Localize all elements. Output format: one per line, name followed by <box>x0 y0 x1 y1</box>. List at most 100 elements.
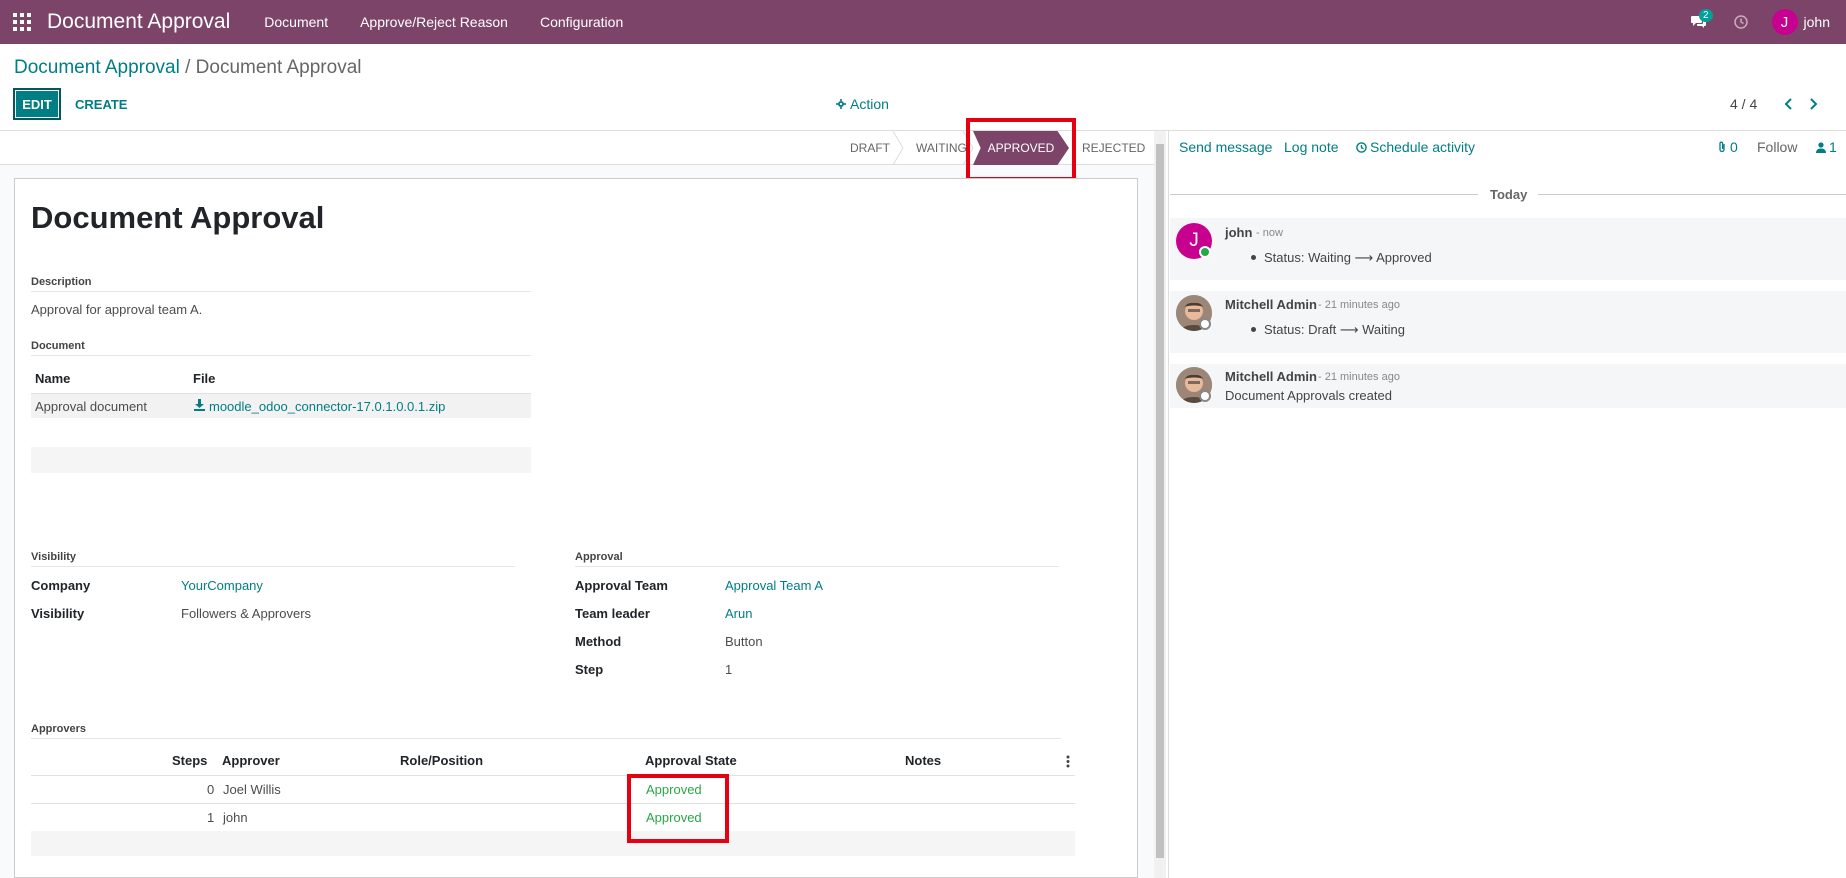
doc-file-link[interactable]: moodle_odoo_connector-17.0.1.0.0.1.zip <box>209 399 445 414</box>
visibility-section-label: Visibility <box>31 551 77 563</box>
clock-icon <box>1356 141 1367 153</box>
approver-row-step: 1 <box>207 810 215 825</box>
approval-team-value[interactable]: Approval Team A <box>725 578 823 593</box>
approver-row-step: 0 <box>207 782 215 797</box>
table-divider <box>31 775 1075 776</box>
menu-approve-reject-reason[interactable]: Approve/Reject Reason <box>344 0 524 44</box>
company-label: Company <box>31 578 91 593</box>
team-leader-label: Team leader <box>575 606 650 621</box>
team-leader-value[interactable]: Arun <box>725 606 752 621</box>
approvers-header-role[interactable]: Role/Position <box>400 753 483 768</box>
breadcrumb-parent[interactable]: Document Approval <box>14 57 180 78</box>
download-icon[interactable] <box>194 399 205 411</box>
table-empty-row <box>31 831 1075 856</box>
app-title[interactable]: Document Approval <box>47 10 230 34</box>
description-label: Description <box>31 276 92 288</box>
table-divider <box>31 803 1075 804</box>
approvers-header-notes[interactable]: Notes <box>905 753 941 768</box>
online-status-icon <box>1199 246 1211 258</box>
offline-status-icon <box>1199 390 1211 402</box>
user-avatar[interactable]: J <box>1771 9 1798 35</box>
description-value[interactable]: Approval for approval team A. <box>31 302 202 317</box>
menu-configuration[interactable]: Configuration <box>524 0 639 44</box>
step-value[interactable]: 1 <box>725 662 732 677</box>
messages-count-badge: 2 <box>1698 9 1713 22</box>
message-time: - now <box>1256 227 1283 239</box>
date-separator-line <box>1538 194 1846 195</box>
approval-section-label: Approval <box>575 551 623 563</box>
message-author[interactable]: john <box>1225 225 1252 240</box>
highlight-approved-stage <box>966 118 1076 181</box>
section-divider <box>575 566 1059 567</box>
message-body: Status: Waiting ⟶ Approved <box>1264 250 1432 265</box>
action-label: Action <box>850 96 889 112</box>
bullet <box>1251 255 1256 260</box>
bullet <box>1251 327 1256 332</box>
stage-separator <box>892 131 904 165</box>
followers-button[interactable]: 1 <box>1816 139 1837 155</box>
message-body: Status: Draft ⟶ Waiting <box>1264 322 1405 337</box>
document-label: Document <box>31 340 85 352</box>
pager-value[interactable]: 4 / 4 <box>1730 96 1757 112</box>
doc-table-header-file[interactable]: File <box>193 371 215 386</box>
form-scrollbar-thumb[interactable] <box>1156 144 1164 858</box>
schedule-activity-button[interactable]: Schedule activity <box>1356 139 1475 155</box>
menu-document[interactable]: Document <box>248 0 344 44</box>
messaging-icon[interactable]: 2 <box>1678 0 1720 44</box>
record-title: Document Approval <box>31 200 325 235</box>
paperclip-icon <box>1719 141 1725 153</box>
optional-columns-icon[interactable] <box>1066 755 1070 768</box>
breadcrumb-current: Document Approval <box>195 57 362 78</box>
send-message-button[interactable]: Send message <box>1179 139 1272 155</box>
company-value[interactable]: YourCompany <box>181 578 263 593</box>
section-divider <box>31 738 1061 739</box>
create-button[interactable]: CREATE <box>75 88 127 120</box>
action-menu-button[interactable]: Action <box>836 96 889 112</box>
follow-button[interactable]: Follow <box>1757 139 1797 155</box>
visibility-value[interactable]: Followers & Approvers <box>181 606 311 621</box>
message-time: - 21 minutes ago <box>1318 371 1400 383</box>
gear-icon <box>836 99 846 109</box>
approver-row-name: Joel Willis <box>223 782 281 797</box>
stage-rejected[interactable]: REJECTED <box>1082 131 1145 165</box>
doc-table-header-name[interactable]: Name <box>35 371 70 386</box>
top-navbar: Document Approval Document Approve/Rejec… <box>0 0 1846 44</box>
followers-count: 1 <box>1829 139 1837 155</box>
message-author[interactable]: Mitchell Admin <box>1225 297 1317 312</box>
log-note-button[interactable]: Log note <box>1284 139 1339 155</box>
edit-button[interactable]: EDIT <box>13 88 61 120</box>
form-sheet <box>14 178 1138 878</box>
pager-next-icon[interactable] <box>1804 94 1824 114</box>
section-divider <box>31 291 531 292</box>
approvers-header-approver[interactable]: Approver <box>222 753 280 768</box>
breadcrumb-separator: / <box>185 57 191 78</box>
attachments-count: 0 <box>1730 139 1738 155</box>
date-separator-line <box>1170 194 1478 195</box>
doc-row-name: Approval document <box>35 399 148 414</box>
approval-team-label: Approval Team <box>575 578 668 593</box>
method-label: Method <box>575 634 622 649</box>
attachments-button[interactable]: 0 <box>1717 139 1738 155</box>
pager-previous-icon[interactable] <box>1778 94 1798 114</box>
section-divider <box>31 355 531 356</box>
message-time: - 21 minutes ago <box>1318 299 1400 311</box>
date-separator: Today <box>1490 187 1528 202</box>
offline-status-icon <box>1199 318 1211 330</box>
highlight-approval-state <box>627 774 729 843</box>
stage-draft[interactable]: DRAFT <box>850 131 890 165</box>
user-name[interactable]: john <box>1804 14 1830 30</box>
step-label: Step <box>575 662 604 677</box>
apps-menu-icon[interactable] <box>0 0 44 44</box>
activity-clock-icon[interactable] <box>1720 0 1762 44</box>
message-author[interactable]: Mitchell Admin <box>1225 369 1317 384</box>
visibility-label: Visibility <box>31 606 85 621</box>
approvers-header-steps[interactable]: Steps <box>172 753 207 768</box>
breadcrumb: Document Approval / Document Approval <box>14 57 362 79</box>
approvers-header-state[interactable]: Approval State <box>645 753 737 768</box>
approver-row-name: john <box>223 810 248 825</box>
stage-waiting[interactable]: WAITING <box>916 131 967 165</box>
user-icon <box>1816 141 1826 153</box>
method-value[interactable]: Button <box>725 634 763 649</box>
message-body: Document Approvals created <box>1225 388 1392 403</box>
table-empty-row <box>31 447 531 473</box>
